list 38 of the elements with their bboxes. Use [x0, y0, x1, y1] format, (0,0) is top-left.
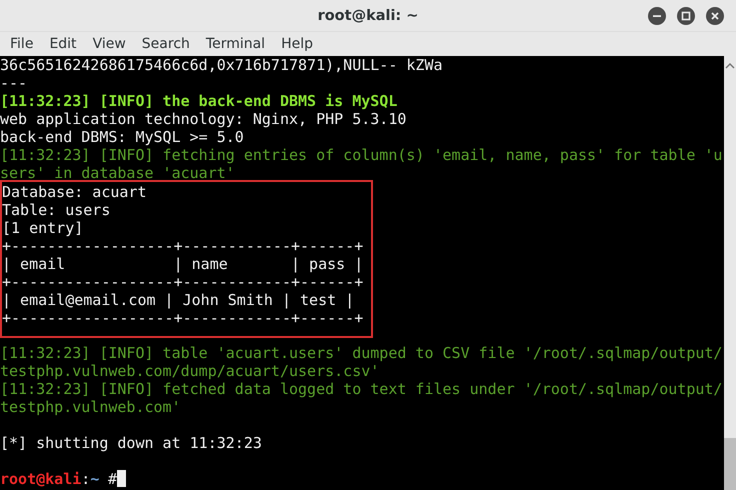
prompt-separator: : [81, 470, 90, 488]
minimize-icon[interactable] [648, 7, 666, 25]
maximize-icon[interactable] [677, 7, 695, 25]
output-line: 36c56516242686175466c6d,0x716b717871),NULL-- kZWa [0, 56, 444, 74]
output-line: | email@email.com | John Smith | test | [2, 291, 356, 309]
scrollbar[interactable] [724, 56, 736, 490]
output-line: [1 entry] [2, 219, 84, 237]
scrollbar-thumb[interactable] [724, 438, 736, 490]
output-line: [11:32:23] [INFO] fetching entries of column(s) 'email, name, pass' for table 'u [0, 146, 724, 164]
output-line: +------------------+------------+------+ [2, 309, 364, 327]
text-cursor [116, 470, 126, 487]
output-line: [*] shutting down at 11:32:23 [0, 434, 263, 452]
menu-item[interactable]: Search [134, 36, 198, 52]
prompt-user: root@kali [0, 470, 82, 488]
output-line: back-end DBMS: MySQL >= 5.0 [0, 128, 245, 146]
output-line: Database: acuart [2, 183, 148, 201]
output-line: testphp.vulnweb.com' [0, 398, 182, 416]
output-line: sers' in database 'acuart' [0, 164, 236, 182]
output-line: web application technology: Nginx, PHP 5.3.10 [0, 110, 408, 128]
output-line: [11:32:23] [INFO] the back-end DBMS is MySQL [0, 92, 398, 110]
output-line: +------------------+------------+------+ [2, 273, 364, 291]
scroll-up-icon[interactable] [725, 62, 735, 70]
menu-item[interactable]: Edit [41, 36, 85, 52]
menu-item[interactable]: Help [273, 36, 321, 52]
menu-item[interactable]: Terminal [198, 36, 274, 52]
output-line: Table: users [2, 201, 112, 219]
menu-item[interactable]: View [84, 36, 134, 52]
prompt-path: ~ [90, 470, 100, 488]
menu-item[interactable]: File [2, 36, 42, 52]
output-line: | email | name | pass | [2, 255, 364, 273]
close-icon[interactable] [706, 7, 724, 25]
output-line: [11:32:23] [INFO] fetched data logged to text files under '/root/.sqlmap/output/ [0, 380, 724, 398]
window-title: root@kali: ~ [318, 8, 418, 24]
output-line: +------------------+------------+------+ [2, 237, 364, 255]
prompt-symbol: # [108, 470, 117, 488]
output-line: testphp.vulnweb.com/dump/acuart/users.csv' [0, 362, 380, 380]
output-line: [11:32:23] [INFO] table 'acuart.users' dumped to CSV file '/root/.sqlmap/output/ [0, 344, 724, 362]
output-line: --- [0, 74, 28, 92]
